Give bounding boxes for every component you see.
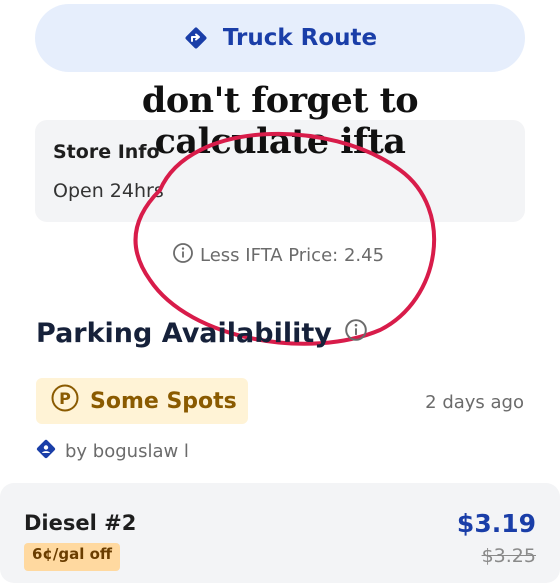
caption-line-1: don't forget to [141, 80, 419, 121]
ifta-price-text: Less IFTA Price: 2.45 [200, 245, 385, 266]
fuel-price: $3.19 [456, 509, 536, 538]
reported-by: by boguslaw l [35, 438, 189, 465]
meme-caption: don't forget to calculate ifta [0, 80, 560, 162]
original-price: $3.25 [481, 545, 536, 567]
truck-route-label: Truck Route [222, 25, 378, 51]
svg-text:P: P [59, 389, 71, 408]
truck-route-button[interactable]: Truck Route [35, 4, 525, 72]
parking-status-badge: P Some Spots [36, 378, 248, 424]
store-hours: Open 24hrs [53, 180, 164, 202]
fuel-type: Diesel #2 [24, 511, 137, 535]
fuel-price-card[interactable]: Diesel #2 $3.19 6¢/gal off $3.25 [0, 483, 560, 583]
parking-availability-heading: Parking Availability [36, 318, 368, 349]
parking-updated-time: 2 days ago [425, 392, 524, 413]
reported-by-text: by boguslaw l [65, 441, 189, 462]
user-badge-icon [35, 438, 57, 465]
discount-badge: 6¢/gal off [24, 543, 121, 571]
parking-info-icon[interactable] [344, 318, 368, 349]
caption-line-2: calculate ifta [154, 121, 406, 162]
directions-icon [183, 25, 209, 51]
parking-title-text: Parking Availability [36, 318, 332, 349]
parking-icon: P [50, 383, 80, 419]
parking-status-text: Some Spots [90, 388, 237, 414]
ifta-price-info[interactable]: Less IFTA Price: 2.45 [172, 242, 384, 269]
info-icon [172, 242, 194, 269]
